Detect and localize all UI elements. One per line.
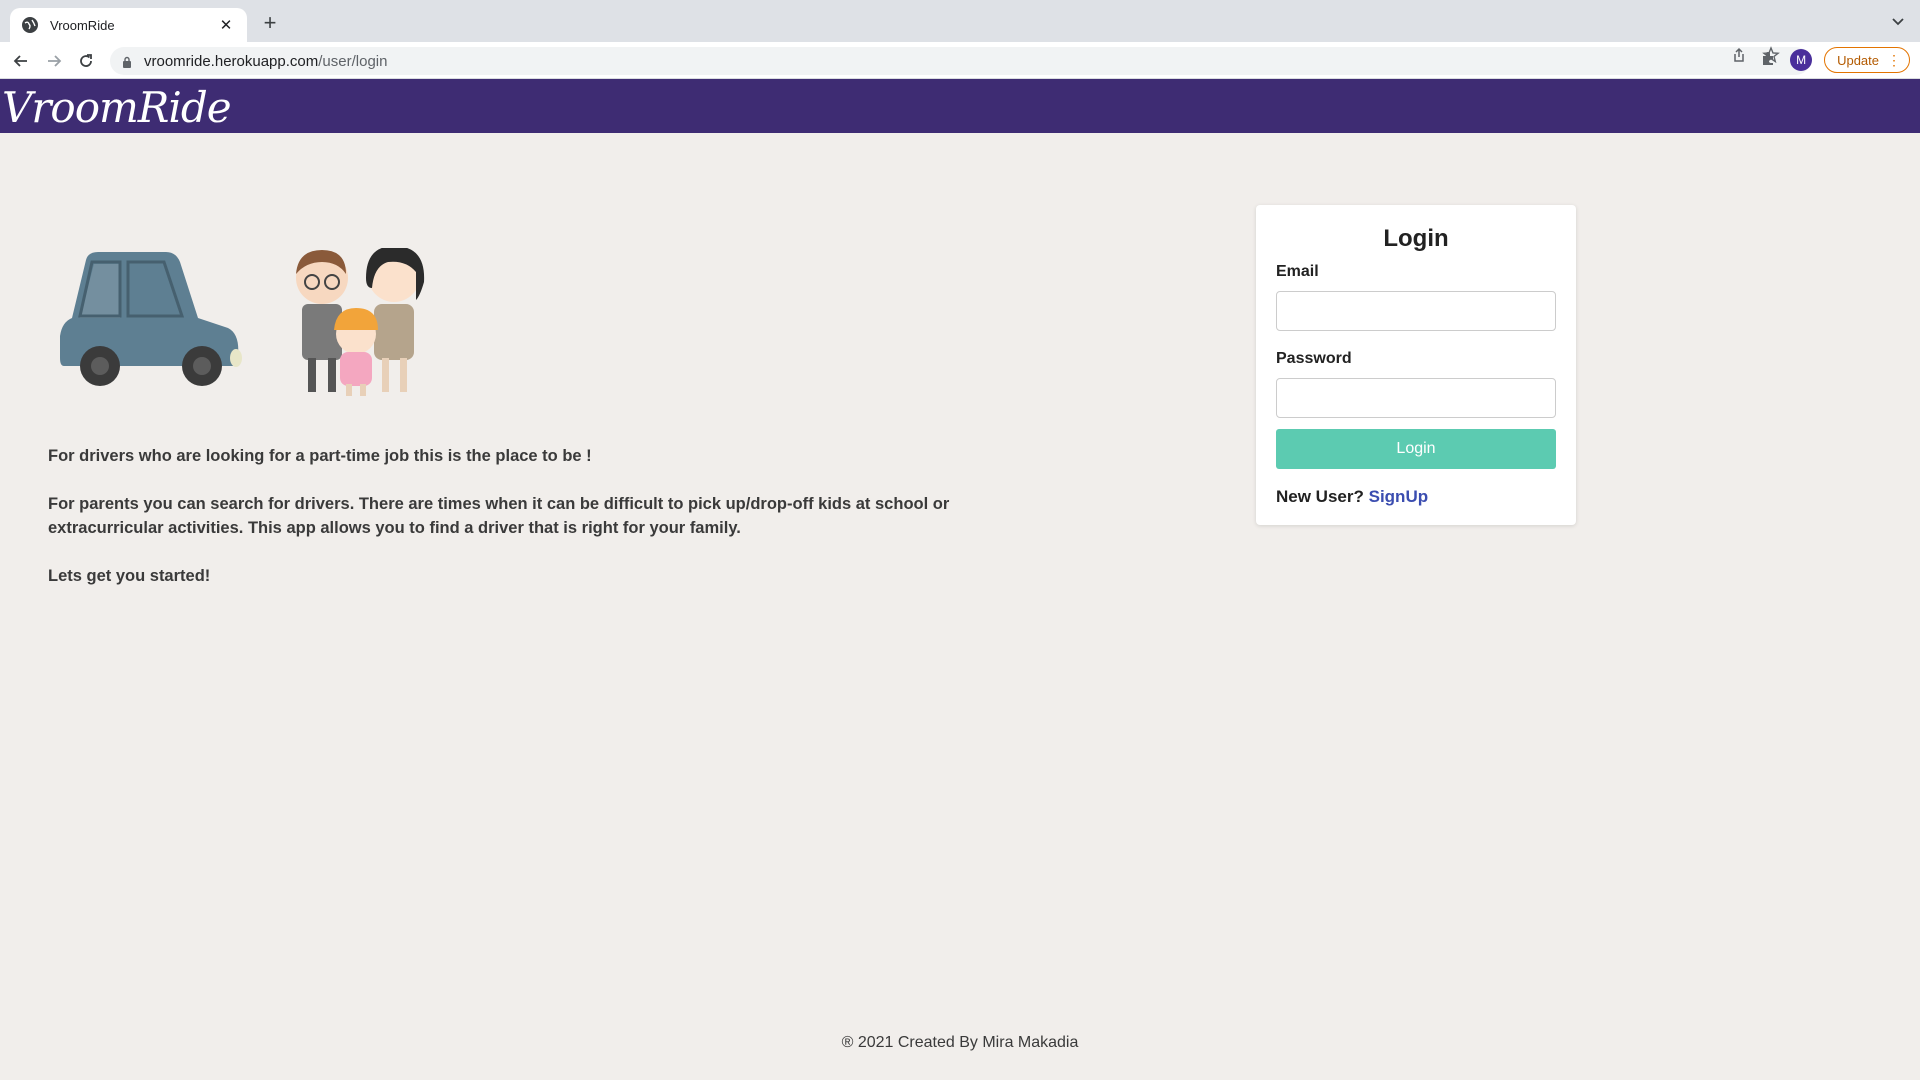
intro-text: For drivers who are looking for a part-t… — [48, 444, 968, 612]
car-and-family-image — [60, 246, 425, 396]
new-user-text: New User? — [1276, 487, 1364, 506]
tab-title: VroomRide — [50, 17, 115, 33]
browser-toolbar: vroomride.herokuapp.com/user/login M Upd… — [0, 42, 1920, 79]
more-menu-icon: ⋮ — [1887, 52, 1901, 68]
signup-link[interactable]: SignUp — [1369, 487, 1429, 506]
app-logo[interactable]: VroomRide — [2, 83, 232, 132]
new-tab-icon[interactable]: + — [258, 12, 282, 36]
browser-tab[interactable]: VroomRide ✕ — [10, 8, 247, 42]
intro-parents: For parents you can search for drivers. … — [48, 495, 950, 537]
password-label: Password — [1276, 350, 1352, 367]
password-field[interactable] — [1276, 378, 1556, 418]
url-path: /user/login — [318, 52, 388, 70]
login-card: Login Email Password Login New User? Sig… — [1256, 205, 1576, 525]
intro-started: Lets get you started! — [48, 567, 211, 585]
share-icon[interactable] — [1730, 46, 1748, 69]
family-illustration — [296, 246, 425, 396]
address-bar[interactable]: vroomride.herokuapp.com/user/login — [110, 47, 1810, 75]
browser-tab-bar: VroomRide ✕ + — [0, 0, 1920, 42]
login-button[interactable]: Login — [1276, 429, 1556, 469]
tab-close-icon[interactable]: ✕ — [217, 16, 235, 34]
forward-icon[interactable] — [43, 50, 65, 72]
hero-illustration — [58, 246, 448, 408]
footer: ® 2021 Created By Mira Makadia — [841, 1034, 1079, 1051]
intro-drivers: For drivers who are looking for a part-t… — [48, 447, 592, 465]
extensions-icon[interactable] — [1760, 49, 1778, 72]
toolbar-right: M Update ⋮ — [1760, 47, 1910, 73]
url-host: vroomride.herokuapp.com — [144, 52, 319, 70]
lock-icon — [122, 55, 132, 68]
tab-search-icon[interactable] — [1890, 13, 1906, 29]
reload-icon[interactable] — [75, 50, 97, 72]
login-title: Login — [1383, 225, 1449, 252]
email-label: Email — [1276, 263, 1319, 280]
app-navbar: VroomRide — [0, 79, 1920, 133]
update-button[interactable]: Update ⋮ — [1824, 47, 1910, 73]
profile-avatar[interactable]: M — [1790, 49, 1813, 71]
email-field[interactable] — [1276, 291, 1556, 331]
update-label: Update — [1837, 52, 1879, 68]
globe-icon — [22, 17, 38, 33]
signup-row: New User? SignUp — [1276, 487, 1556, 507]
url-text: vroomride.herokuapp.com/user/login — [144, 53, 387, 70]
back-icon[interactable] — [10, 50, 32, 72]
car-illustration — [60, 252, 242, 386]
